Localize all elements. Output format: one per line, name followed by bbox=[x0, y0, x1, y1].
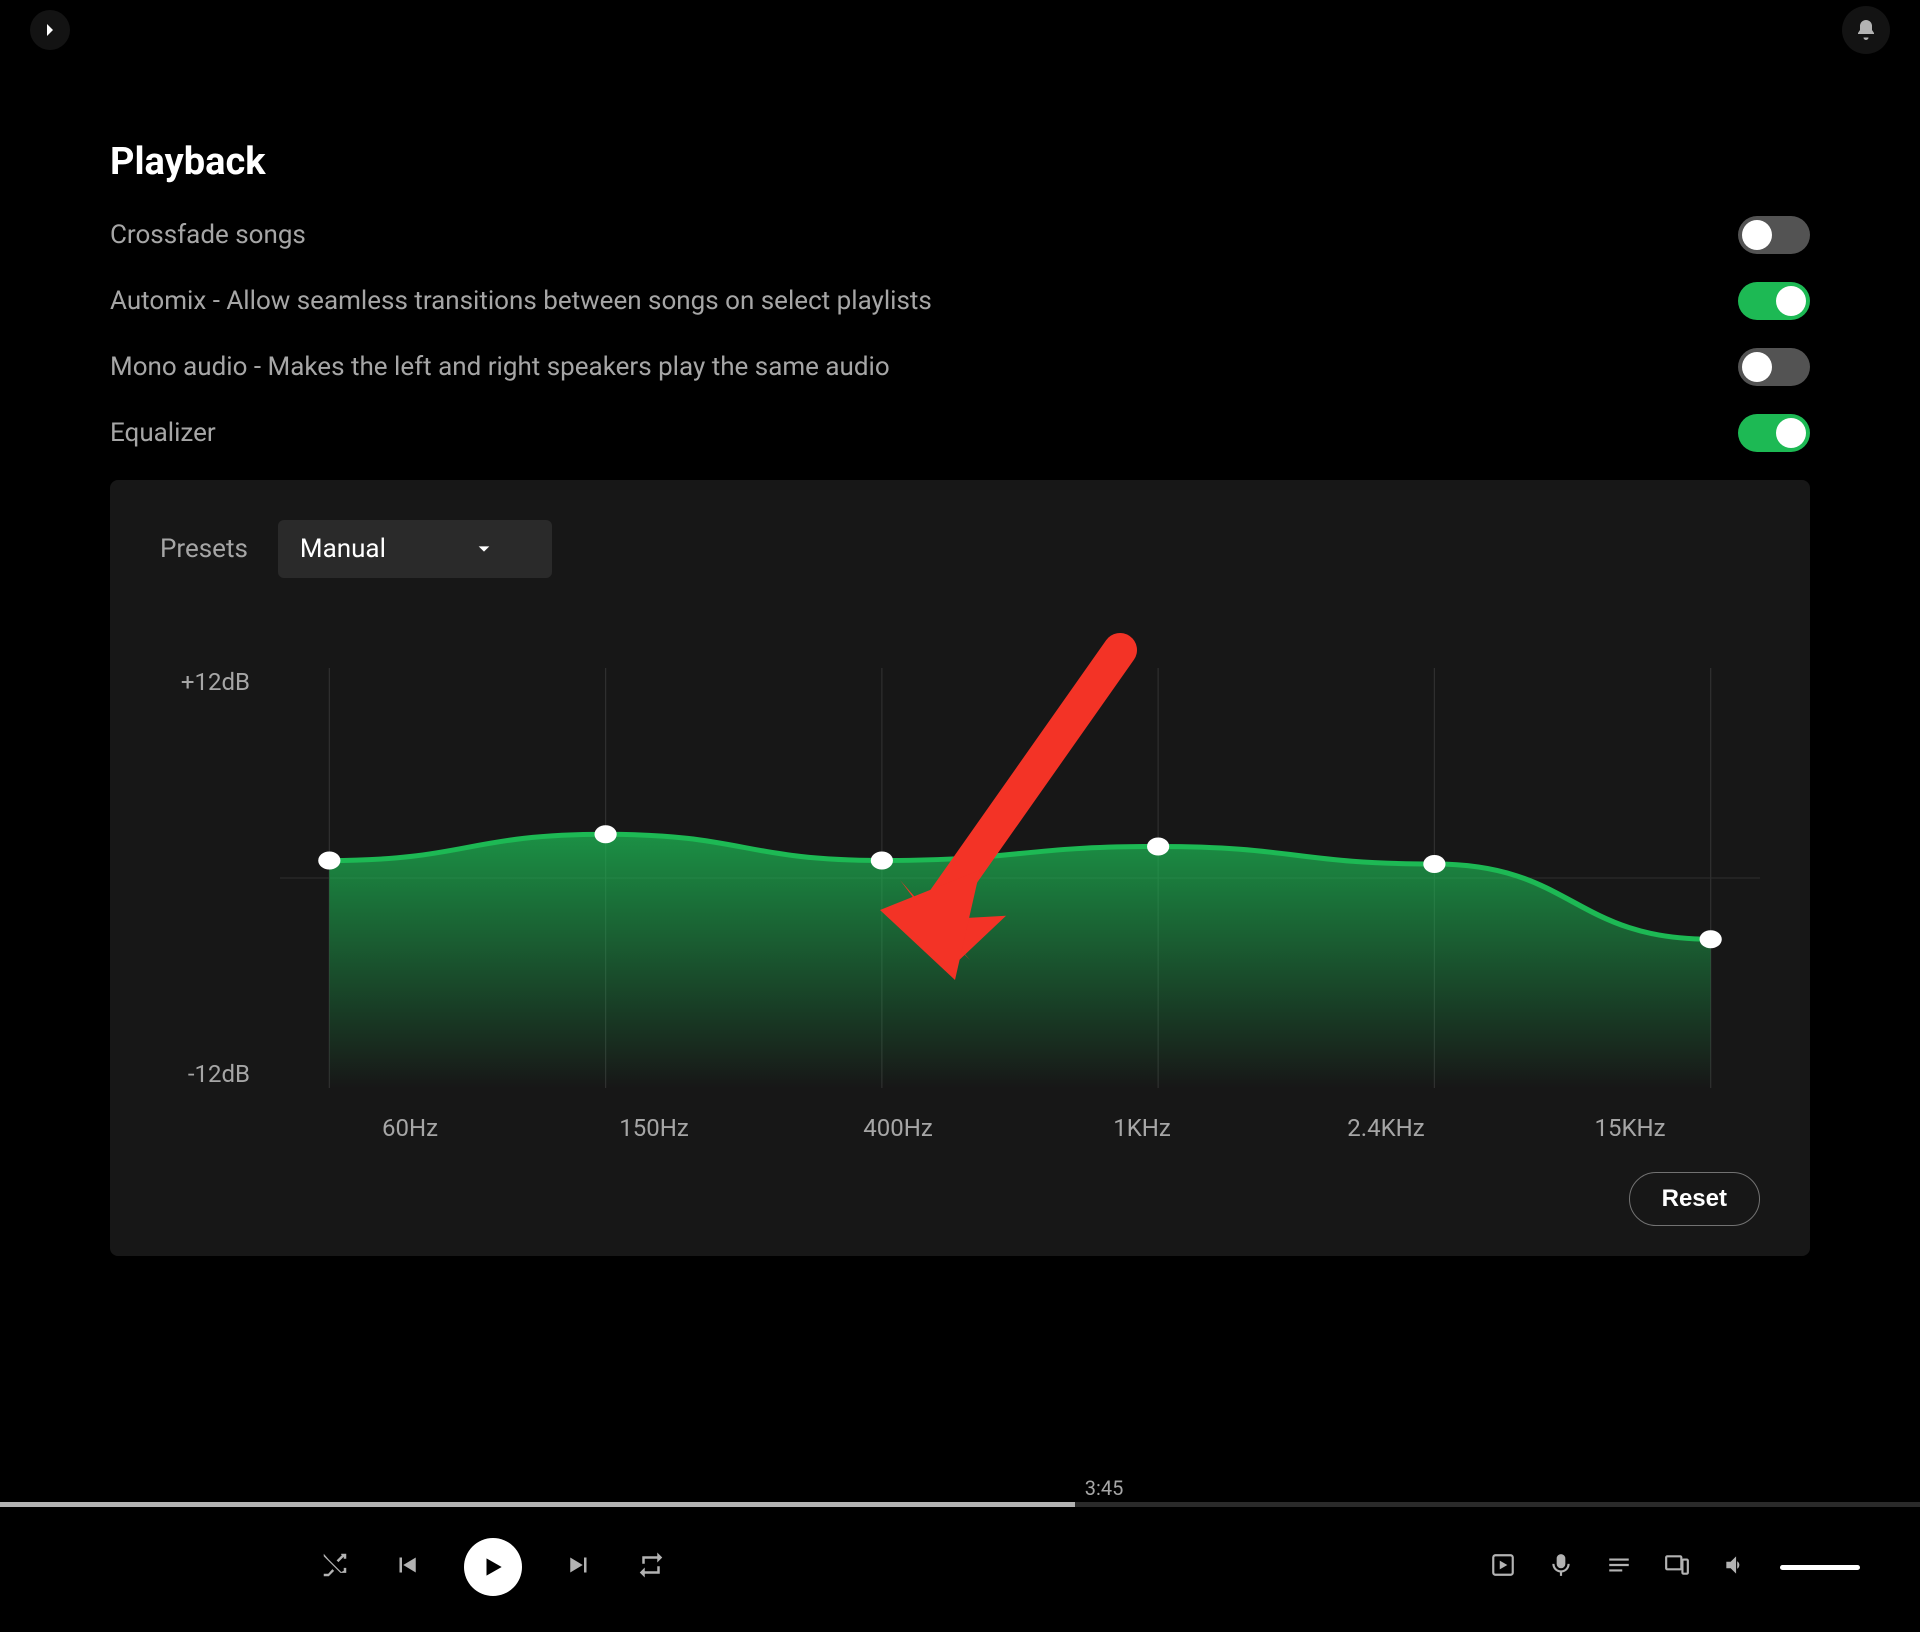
chevron-right-icon bbox=[41, 21, 59, 39]
elapsed-time: 3:45 bbox=[1085, 1476, 1124, 1500]
equalizer-panel: Presets Manual +12dB -12dB 60Hz150Hz400H… bbox=[110, 480, 1810, 1256]
eq-band-handle[interactable] bbox=[1147, 838, 1169, 856]
queue-button[interactable] bbox=[1606, 1552, 1632, 1582]
setting-label: Mono audio - Makes the left and right sp… bbox=[110, 352, 890, 382]
volume-slider[interactable] bbox=[1780, 1565, 1860, 1570]
connect-device-button[interactable] bbox=[1664, 1552, 1690, 1582]
toggle-knob bbox=[1742, 220, 1772, 250]
x-axis-label: 150Hz bbox=[532, 1114, 776, 1142]
play-button[interactable] bbox=[464, 1538, 522, 1596]
crossfade-toggle[interactable] bbox=[1738, 216, 1810, 254]
progress-fill bbox=[0, 1502, 1075, 1507]
nav-forward-button[interactable] bbox=[30, 10, 70, 50]
mono-toggle[interactable] bbox=[1738, 348, 1810, 386]
automix-toggle[interactable] bbox=[1738, 282, 1810, 320]
skip-previous-icon bbox=[392, 1550, 422, 1580]
player-bar: 3:45 bbox=[0, 1502, 1920, 1632]
next-button[interactable] bbox=[564, 1550, 594, 1584]
notifications-button[interactable] bbox=[1842, 6, 1890, 54]
x-axis-label: 1KHz bbox=[1020, 1114, 1264, 1142]
bell-icon bbox=[1854, 18, 1878, 42]
x-axis-label: 2.4KHz bbox=[1264, 1114, 1508, 1142]
eq-band-handle[interactable] bbox=[318, 852, 340, 870]
chevron-down-icon bbox=[476, 541, 492, 557]
devices-icon bbox=[1664, 1552, 1690, 1578]
repeat-button[interactable] bbox=[636, 1550, 666, 1584]
setting-row-mono: Mono audio - Makes the left and right sp… bbox=[110, 348, 1810, 386]
eq-band-handle[interactable] bbox=[1423, 855, 1445, 873]
y-axis-bottom: -12dB bbox=[160, 1060, 250, 1088]
x-axis-label: 15KHz bbox=[1508, 1114, 1752, 1142]
reset-button[interactable]: Reset bbox=[1629, 1172, 1760, 1226]
now-playing-icon bbox=[1490, 1552, 1516, 1578]
setting-row-crossfade: Crossfade songs bbox=[110, 216, 1810, 254]
presets-label: Presets bbox=[160, 534, 248, 564]
equalizer-toggle[interactable] bbox=[1738, 414, 1810, 452]
setting-label: Equalizer bbox=[110, 418, 216, 448]
lyrics-button[interactable] bbox=[1548, 1552, 1574, 1582]
volume-icon bbox=[1722, 1552, 1748, 1578]
setting-row-automix: Automix - Allow seamless transitions bet… bbox=[110, 282, 1810, 320]
toggle-knob bbox=[1776, 286, 1806, 316]
play-icon bbox=[480, 1554, 506, 1580]
preset-selected-value: Manual bbox=[300, 534, 386, 564]
queue-icon bbox=[1606, 1552, 1632, 1578]
now-playing-view-button[interactable] bbox=[1490, 1552, 1516, 1582]
eq-band-handle[interactable] bbox=[595, 825, 617, 843]
section-title: Playback bbox=[110, 140, 1810, 184]
setting-row-equalizer: Equalizer bbox=[110, 414, 1810, 452]
toggle-knob bbox=[1742, 352, 1772, 382]
y-axis-top: +12dB bbox=[160, 668, 250, 696]
eq-band-handle[interactable] bbox=[1700, 930, 1722, 948]
x-axis-label: 60Hz bbox=[288, 1114, 532, 1142]
shuffle-button[interactable] bbox=[320, 1550, 350, 1584]
previous-button[interactable] bbox=[392, 1550, 422, 1584]
microphone-icon bbox=[1548, 1552, 1574, 1578]
progress-bar[interactable]: 3:45 bbox=[0, 1502, 1920, 1507]
toggle-knob bbox=[1776, 418, 1806, 448]
eq-band-handle[interactable] bbox=[871, 852, 893, 870]
shuffle-icon bbox=[320, 1550, 350, 1580]
repeat-icon bbox=[636, 1550, 666, 1580]
preset-select[interactable]: Manual bbox=[278, 520, 552, 578]
x-axis-label: 400Hz bbox=[776, 1114, 1020, 1142]
volume-button[interactable] bbox=[1722, 1552, 1748, 1582]
setting-label: Automix - Allow seamless transitions bet… bbox=[110, 286, 932, 316]
setting-label: Crossfade songs bbox=[110, 220, 306, 250]
skip-next-icon bbox=[564, 1550, 594, 1580]
equalizer-chart[interactable] bbox=[280, 668, 1760, 1088]
